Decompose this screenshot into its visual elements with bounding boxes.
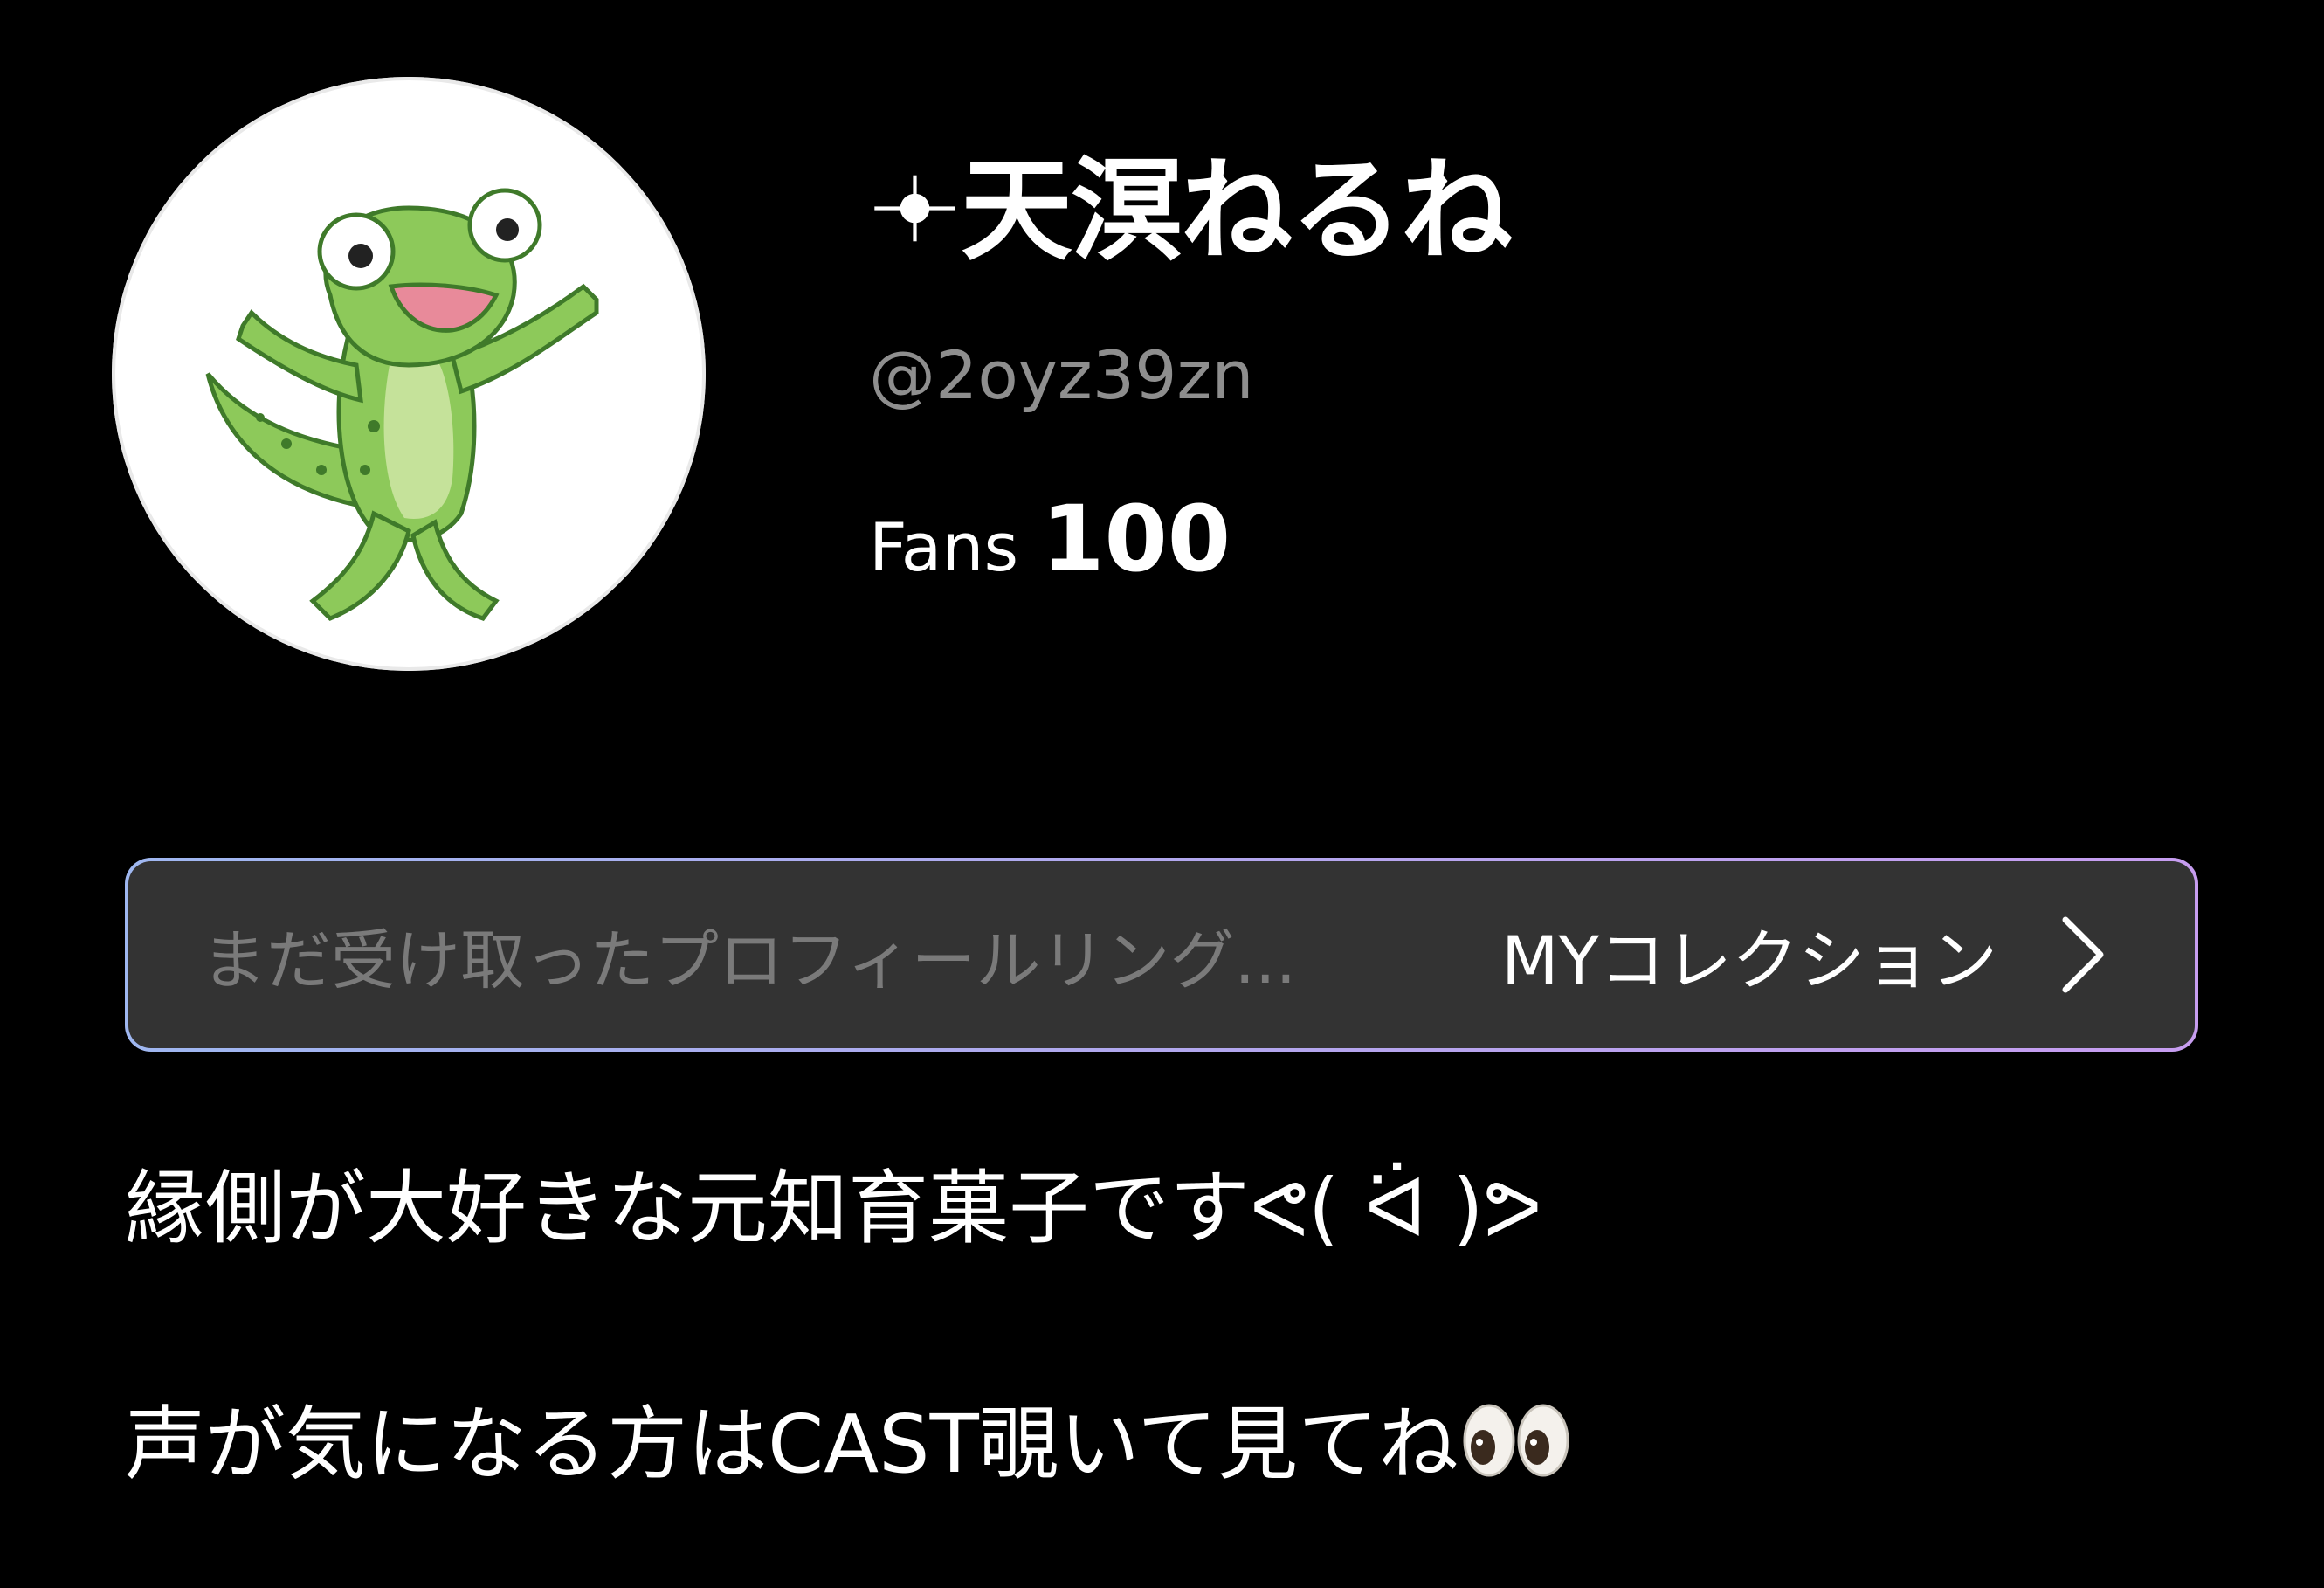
eyes-icon: [1463, 1404, 1569, 1477]
collection-hint-text: まだ受け取ったプロフィールリング...: [202, 922, 1297, 998]
my-collection-bar-inner[interactable]: まだ受け取ったプロフィールリング... MYコレクション: [128, 861, 2195, 1048]
profile-avatar[interactable]: [112, 77, 706, 671]
bio-line-2: 声が気になる方はCAST覗いて見てね: [125, 1400, 1570, 1485]
fans-stat[interactable]: Fans 100: [869, 494, 1231, 584]
bio-line-2-text: 声が気になる方はCAST覗いて見てね: [125, 1398, 1459, 1491]
sparkle-icon: [874, 175, 955, 242]
gecko-avatar-icon: [205, 188, 599, 621]
my-collection-link[interactable]: MYコレクション: [1501, 907, 1997, 1003]
bio-line-1: 縁側が大好きな元知育菓子ですᕙ( ᐛ )ᕗ: [125, 1162, 1542, 1255]
display-name: 天溟ねるね: [869, 155, 1513, 267]
fans-label: Fans: [869, 508, 1019, 586]
my-collection-bar[interactable]: まだ受け取ったプロフィールリング... MYコレクション: [125, 858, 2198, 1052]
fans-count: 100: [1041, 486, 1231, 592]
chevron-right-icon[interactable]: [2058, 915, 2107, 995]
user-handle: @2oyz39zn: [869, 336, 1254, 414]
display-name-text: 天溟ねるね: [961, 146, 1513, 276]
